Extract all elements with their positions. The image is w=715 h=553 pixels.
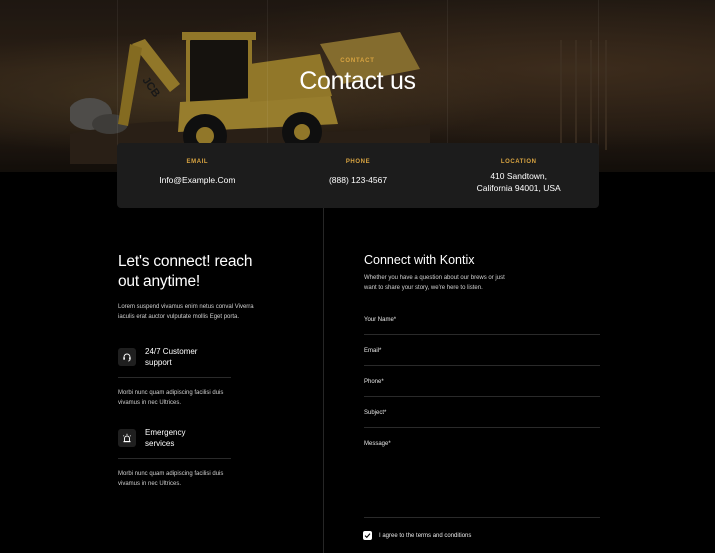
message-field[interactable]: Message* — [364, 441, 600, 518]
headset-icon — [118, 348, 136, 366]
connect-intro-text: Lorem suspend vivamus enim netus conval … — [118, 304, 254, 320]
contact-form-header: Connect with Kontix Whether you have a q… — [364, 253, 600, 293]
email-info: EMAIL Info@Example.Com — [117, 143, 278, 208]
name-input[interactable] — [364, 325, 600, 334]
email-input[interactable] — [364, 356, 600, 365]
terms-agreement[interactable]: I agree to the terms and conditions — [363, 531, 471, 540]
phone-value[interactable]: (888) 123-4567 — [278, 174, 439, 186]
location-value: 410 Sandtown, California 94001, USA — [438, 170, 599, 194]
feature-customer-support: 24/7 Customer support Morbi nunc quam ad… — [118, 346, 231, 408]
email-field[interactable]: Email* — [364, 348, 600, 366]
location-info: LOCATION 410 Sandtown, California 94001,… — [438, 143, 599, 208]
location-line-1: 410 Sandtown, — [490, 171, 548, 181]
form-title: Connect with Kontix — [364, 253, 475, 267]
checkmark-icon — [364, 533, 371, 539]
email-value[interactable]: Info@Example.Com — [117, 174, 278, 186]
name-field[interactable]: Your Name* — [364, 317, 600, 335]
hero-eyebrow: CONTACT — [340, 58, 375, 64]
message-label: Message* — [364, 441, 391, 447]
subject-input[interactable] — [364, 418, 600, 427]
connect-heading: Let's connect! reach out anytime! — [118, 253, 253, 290]
phone-label: PHONE — [345, 159, 371, 165]
phone-field[interactable]: Phone* — [364, 379, 600, 397]
name-label: Your Name* — [364, 317, 397, 323]
feature-emergency-services: Emergency services Morbi nunc quam adipi… — [118, 427, 231, 489]
column-divider — [323, 208, 324, 553]
phone-field-label: Phone* — [364, 379, 384, 385]
email-field-label: Email* — [364, 348, 382, 354]
terms-label: I agree to the terms and conditions — [379, 532, 472, 539]
terms-checkbox[interactable] — [363, 531, 372, 540]
contact-info-card: EMAIL Info@Example.Com PHONE (888) 123-4… — [117, 143, 599, 208]
siren-icon — [118, 429, 136, 447]
phone-input[interactable] — [364, 387, 600, 396]
feature-title: 24/7 Customer support — [145, 347, 198, 367]
page-title: Contact us — [299, 67, 416, 95]
subject-label: Subject* — [364, 410, 387, 416]
feature-title: Emergency services — [145, 428, 186, 448]
message-input[interactable] — [364, 451, 600, 515]
form-subtitle: Whether you have a question about our br… — [364, 275, 505, 291]
subject-field[interactable]: Subject* — [364, 410, 600, 428]
email-label: EMAIL — [186, 159, 209, 165]
connect-intro: Let's connect! reach out anytime! Lorem … — [118, 252, 298, 322]
feature-description: Morbi nunc quam adipiscing facilisi duis… — [118, 471, 224, 487]
location-line-2: California 94001, USA — [476, 183, 561, 193]
feature-description: Morbi nunc quam adipiscing facilisi duis… — [118, 390, 224, 406]
location-label: LOCATION — [500, 159, 537, 165]
phone-info: PHONE (888) 123-4567 — [278, 143, 439, 208]
